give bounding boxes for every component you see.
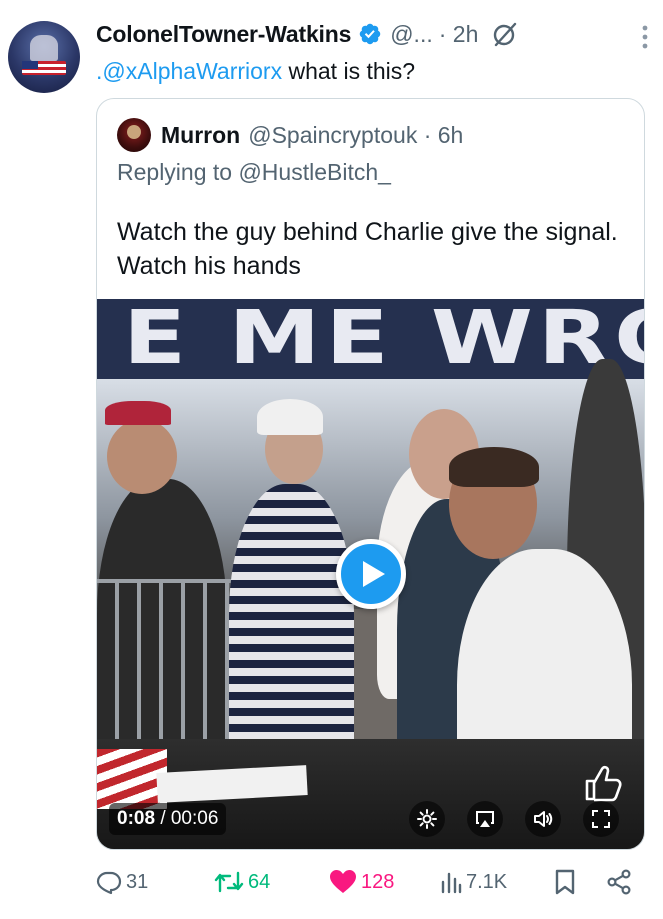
replying-to: Replying to @HustleBitch_	[117, 159, 391, 185]
volume-button[interactable]	[525, 801, 561, 837]
quoted-author-avatar[interactable]	[117, 118, 151, 152]
video-current-time: 0:08	[117, 808, 156, 829]
video-time: 0:08 / 00:06	[109, 803, 227, 835]
post-header: ColonelTowner-Watkins @... · 2h	[96, 14, 643, 54]
repost-count: 64	[248, 870, 271, 893]
author-handle[interactable]: @...	[390, 21, 433, 48]
quoted-author-handle[interactable]: @Spaincryptouk · 6h	[248, 122, 463, 149]
more-icon[interactable]	[641, 24, 649, 50]
video-banner-text: E ME WRONG	[123, 299, 644, 379]
post-timestamp[interactable]: · 2h	[439, 21, 479, 48]
post-text: .@xAlphaWarriorx what is this?	[96, 56, 415, 86]
author-name[interactable]: ColonelTowner-Watkins	[96, 21, 351, 48]
video-banner: E ME WRONG	[97, 299, 644, 379]
post-body: what is this?	[282, 58, 416, 84]
quoted-post[interactable]: Murron @Spaincryptouk · 6h Replying to @…	[96, 98, 645, 850]
repost-icon	[214, 871, 244, 893]
reply-button[interactable]: 31	[96, 862, 148, 902]
avatar-flag	[22, 61, 66, 75]
views-button[interactable]: 7.1K	[440, 862, 507, 902]
video-person-young-hair	[449, 447, 539, 487]
share-button[interactable]	[606, 862, 636, 902]
bookmark-icon	[555, 869, 575, 895]
video-player[interactable]: E ME WRONG 0:08 / 00:06	[97, 299, 644, 849]
like-count: 128	[361, 870, 395, 893]
post-actions: 31 64 128 7.1K	[96, 862, 641, 902]
reply-count: 31	[126, 870, 149, 893]
video-person-mid-cap	[257, 399, 323, 435]
author-avatar[interactable]	[8, 21, 80, 93]
like-icon	[330, 870, 356, 893]
fullscreen-icon	[592, 810, 610, 828]
settings-button[interactable]	[409, 801, 445, 837]
video-duration: / 00:06	[160, 808, 219, 829]
settings-icon	[417, 809, 437, 829]
play-button[interactable]	[336, 539, 406, 609]
play-icon	[362, 561, 385, 587]
grok-icon[interactable]	[492, 21, 518, 47]
views-icon	[441, 872, 462, 894]
post-mention[interactable]: .@xAlphaWarriorx	[96, 58, 282, 84]
reply-icon	[96, 871, 122, 895]
quoted-post-text: Watch the guy behind Charlie give the si…	[117, 218, 618, 280]
views-count: 7.1K	[466, 870, 508, 893]
quoted-author-name[interactable]: Murron	[161, 122, 240, 149]
airplay-icon	[476, 811, 494, 827]
like-button[interactable]: 128	[329, 862, 394, 902]
video-person-left-head	[107, 419, 177, 494]
volume-icon	[534, 811, 553, 827]
airplay-button[interactable]	[467, 801, 503, 837]
fullscreen-button[interactable]	[583, 801, 619, 837]
share-icon	[607, 869, 631, 895]
quoted-post-header: Murron @Spaincryptouk · 6h	[117, 117, 463, 153]
thumbs-up-icon	[585, 765, 622, 802]
video-person-mid	[229, 484, 354, 774]
video-person-left-cap	[105, 401, 171, 425]
avatar-figure	[30, 35, 58, 61]
bookmark-button[interactable]	[554, 862, 580, 902]
verified-badge-icon	[359, 23, 381, 45]
repost-button[interactable]: 64	[214, 862, 270, 902]
